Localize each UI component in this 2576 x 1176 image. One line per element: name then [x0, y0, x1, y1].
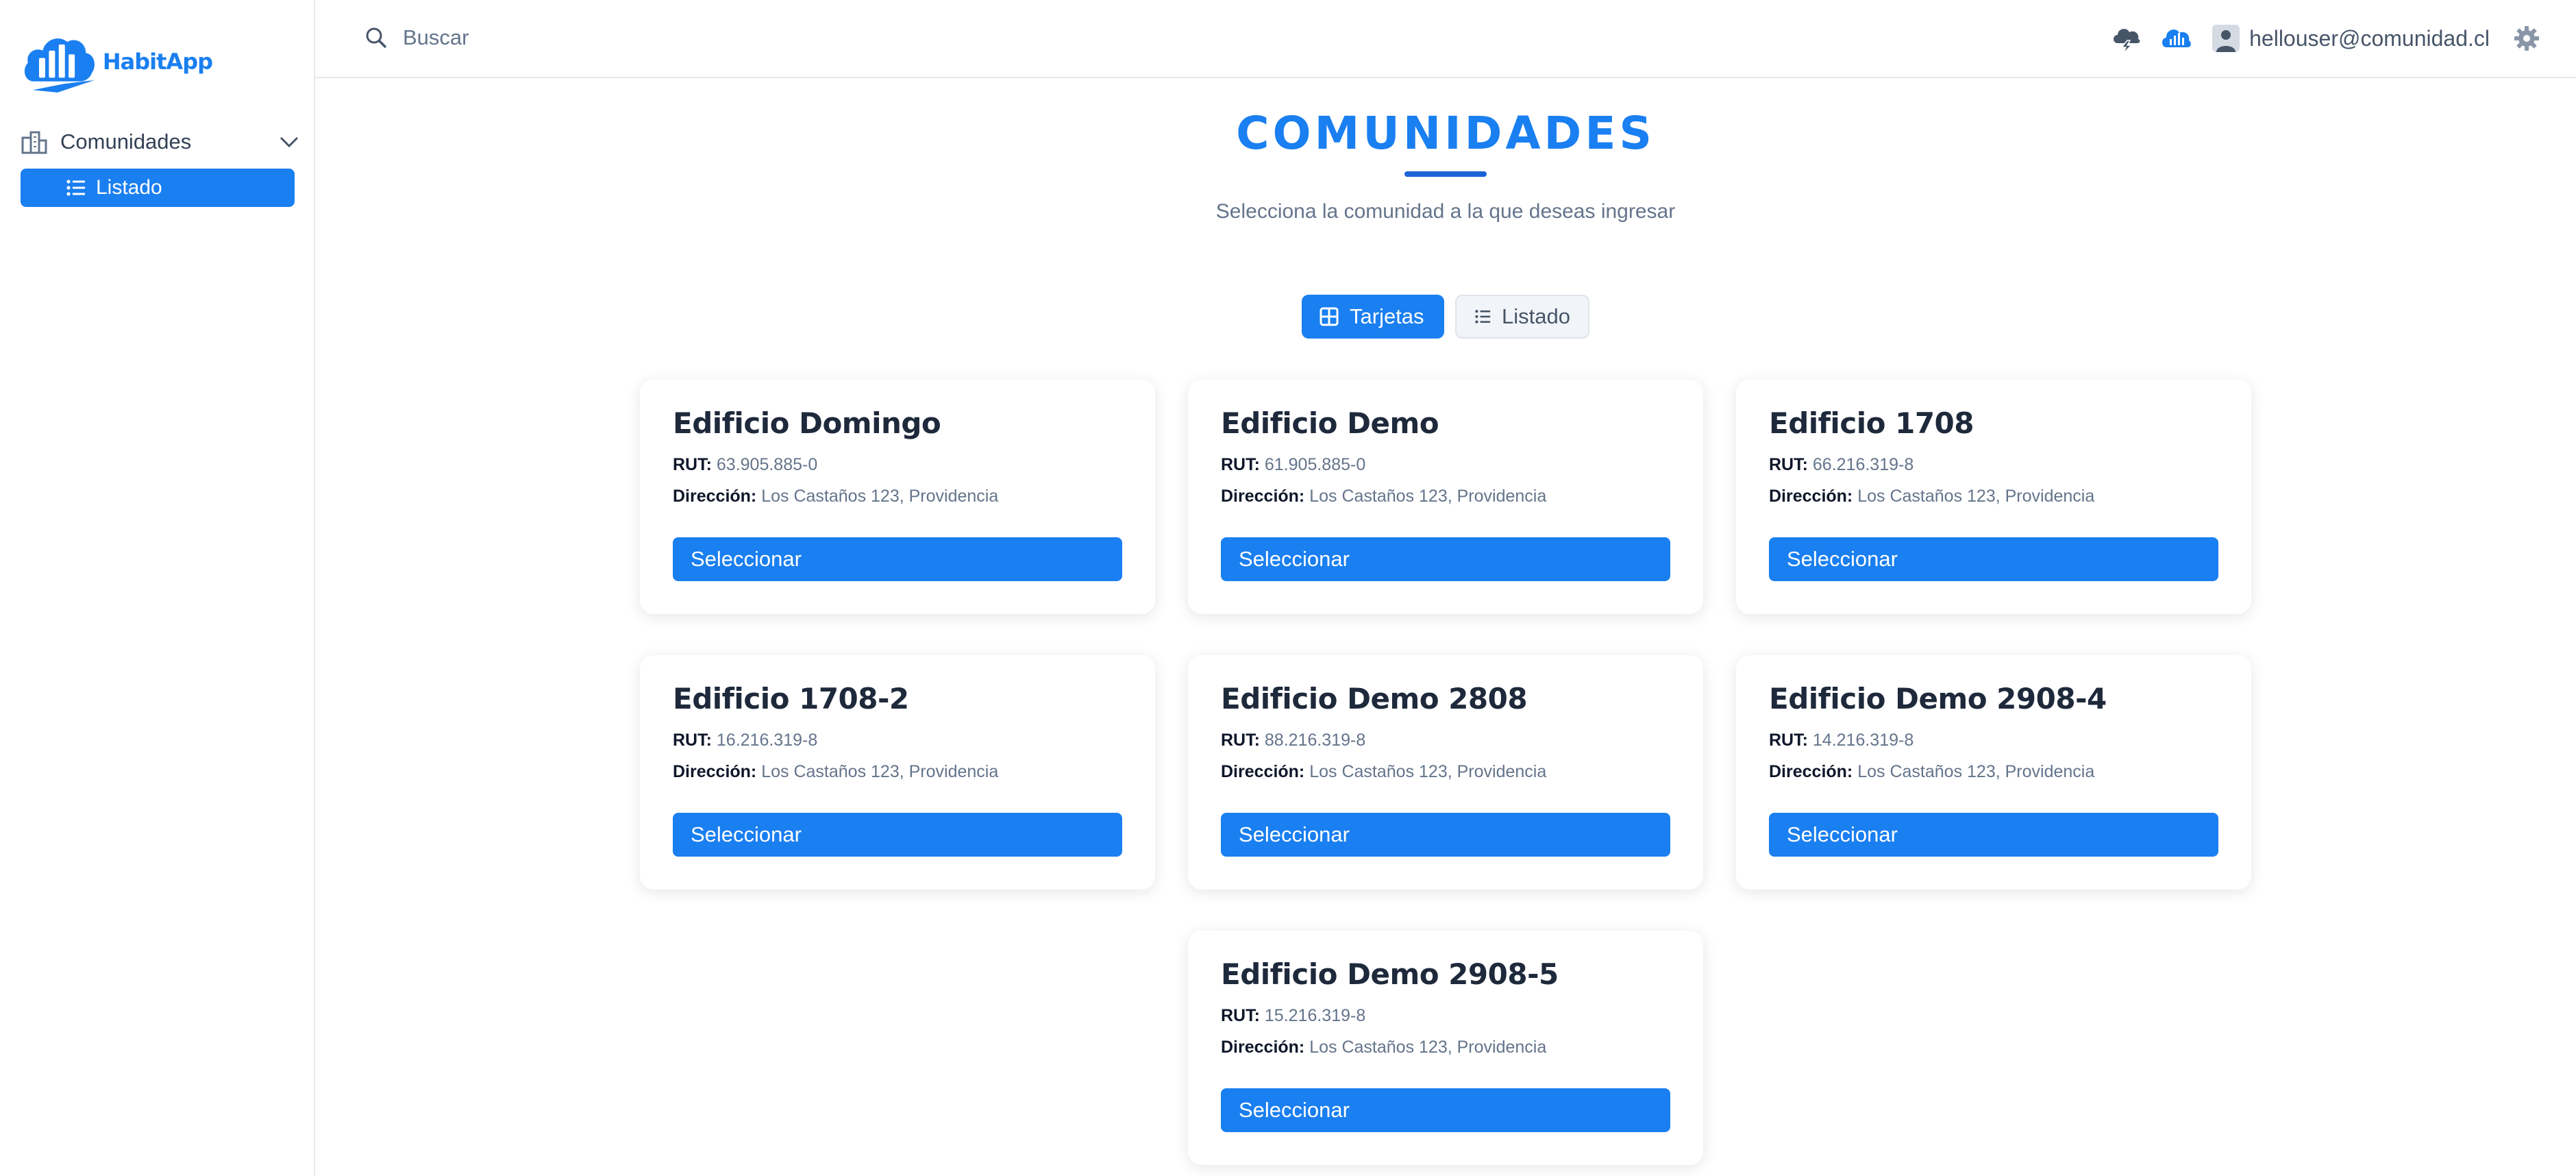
community-address: Dirección: Los Castaños 123, Providencia: [1221, 485, 1670, 507]
rut-value: 16.216.319-8: [716, 731, 818, 750]
community-rut: RUT: 63.905.885-0: [673, 454, 1122, 476]
address-label: Dirección:: [1221, 487, 1305, 506]
rut-value: 61.905.885-0: [1264, 455, 1366, 474]
address-label: Dirección:: [1769, 762, 1853, 781]
tab-listado[interactable]: Listado: [1455, 295, 1589, 339]
community-name: Edificio Demo 2908-4: [1769, 682, 2107, 715]
rut-label: RUT:: [1769, 455, 1808, 474]
select-community-button[interactable]: Seleccionar: [673, 813, 1122, 857]
address-value: Los Castaños 123, Providencia: [761, 487, 999, 506]
community-name: Edificio Domingo: [673, 406, 941, 440]
community-card: Edificio 1708 RUT: 66.216.319-8 Direcció…: [1736, 380, 2251, 614]
app-logo-text: HabitApp: [102, 49, 213, 75]
community-card: Edificio Demo RUT: 61.905.885-0 Direcció…: [1188, 380, 1703, 614]
habitapp-logo-icon: [24, 38, 95, 93]
sidebar-group-comunidades[interactable]: Comunidades: [21, 125, 301, 159]
chevron-down-icon: [280, 136, 299, 148]
topbar: hellouser@comunidad.cl: [315, 0, 2576, 78]
community-address: Dirección: Los Castaños 123, Providencia: [1221, 761, 1670, 783]
user-menu[interactable]: hellouser@comunidad.cl: [2212, 25, 2490, 52]
cloud-lightning-icon[interactable]: [2111, 23, 2142, 54]
grid-icon: [1320, 307, 1339, 326]
select-community-button[interactable]: Seleccionar: [1769, 537, 2218, 581]
rut-value: 66.216.319-8: [1812, 455, 1914, 474]
community-card: Edificio Demo 2808 RUT: 88.216.319-8 Dir…: [1188, 655, 1703, 890]
sidebar-item-listado[interactable]: Listado: [21, 169, 295, 207]
address-value: Los Castaños 123, Providencia: [1309, 1038, 1547, 1057]
sidebar: HabitApp Comunidades Listado: [0, 0, 315, 1176]
select-community-button[interactable]: Seleccionar: [1769, 813, 2218, 857]
community-rut: RUT: 15.216.319-8: [1221, 1005, 1670, 1027]
buildings-icon: [21, 131, 47, 154]
view-toggle: Tarjetas Listado: [1302, 295, 1589, 339]
address-value: Los Castaños 123, Providencia: [761, 762, 999, 781]
title-underline: [1404, 171, 1487, 177]
address-value: Los Castaños 123, Providencia: [1309, 762, 1547, 781]
tab-listado-label: Listado: [1502, 304, 1570, 328]
tab-tarjetas[interactable]: Tarjetas: [1302, 295, 1444, 339]
address-label: Dirección:: [1221, 1038, 1305, 1057]
rut-label: RUT:: [1221, 731, 1260, 750]
community-name: Edificio 1708-2: [673, 682, 909, 715]
rut-label: RUT:: [673, 455, 712, 474]
cloud-chart-icon[interactable]: [2160, 23, 2192, 54]
address-value: Los Castaños 123, Providencia: [1857, 487, 2095, 506]
community-address: Dirección: Los Castaños 123, Providencia: [1221, 1036, 1670, 1058]
community-address: Dirección: Los Castaños 123, Providencia: [1769, 485, 2218, 507]
gear-icon[interactable]: [2513, 25, 2540, 52]
community-card: Edificio Domingo RUT: 63.905.885-0 Direc…: [640, 380, 1155, 614]
rut-label: RUT:: [1221, 455, 1260, 474]
select-community-button[interactable]: Seleccionar: [1221, 1088, 1670, 1132]
community-rut: RUT: 61.905.885-0: [1221, 454, 1670, 476]
community-name: Edificio Demo 2808: [1221, 682, 1528, 715]
rut-value: 63.905.885-0: [716, 455, 818, 474]
search-input[interactable]: [403, 25, 882, 50]
address-label: Dirección:: [673, 487, 757, 506]
address-value: Los Castaños 123, Providencia: [1857, 762, 2095, 781]
select-community-button[interactable]: Seleccionar: [673, 537, 1122, 581]
rut-value: 88.216.319-8: [1264, 731, 1366, 750]
list-icon: [1475, 310, 1491, 323]
community-card: Edificio 1708-2 RUT: 16.216.319-8 Direcc…: [640, 655, 1155, 890]
select-community-button[interactable]: Seleccionar: [1221, 537, 1670, 581]
list-icon: [66, 180, 85, 196]
community-rut: RUT: 16.216.319-8: [673, 729, 1122, 751]
community-card: Edificio Demo 2908-5 RUT: 15.216.319-8 D…: [1188, 931, 1703, 1165]
user-avatar-icon: [2212, 25, 2240, 52]
sidebar-group-label: Comunidades: [60, 130, 192, 154]
community-address: Dirección: Los Castaños 123, Providencia: [673, 485, 1122, 507]
community-name: Edificio Demo: [1221, 406, 1439, 440]
community-rut: RUT: 66.216.319-8: [1769, 454, 2218, 476]
community-address: Dirección: Los Castaños 123, Providencia: [673, 761, 1122, 783]
app-logo[interactable]: HabitApp: [21, 22, 213, 101]
address-label: Dirección:: [1769, 487, 1853, 506]
rut-label: RUT:: [1221, 1006, 1260, 1025]
community-name: Edificio Demo 2908-5: [1221, 957, 1559, 991]
topbar-actions: hellouser@comunidad.cl: [2093, 21, 2540, 56]
address-label: Dirección:: [1221, 762, 1305, 781]
community-name: Edificio 1708: [1769, 406, 1974, 440]
community-card: Edificio Demo 2908-4 RUT: 14.216.319-8 D…: [1736, 655, 2251, 890]
rut-label: RUT:: [673, 731, 712, 750]
community-rut: RUT: 88.216.319-8: [1221, 729, 1670, 751]
select-community-button[interactable]: Seleccionar: [1221, 813, 1670, 857]
address-value: Los Castaños 123, Providencia: [1309, 487, 1547, 506]
address-label: Dirección:: [673, 762, 757, 781]
search-icon: [366, 27, 387, 49]
user-email: hellouser@comunidad.cl: [2249, 25, 2490, 51]
search-bar: [364, 21, 913, 55]
page-subtitle: Selecciona la comunidad a la que deseas …: [1215, 200, 1676, 223]
rut-value: 14.216.319-8: [1812, 731, 1914, 750]
rut-value: 15.216.319-8: [1264, 1006, 1366, 1025]
community-rut: RUT: 14.216.319-8: [1769, 729, 2218, 751]
sidebar-item-label: Listado: [96, 176, 162, 199]
page-title: COMUNIDADES: [1236, 107, 1655, 160]
rut-label: RUT:: [1769, 731, 1808, 750]
tab-tarjetas-label: Tarjetas: [1350, 304, 1424, 328]
community-address: Dirección: Los Castaños 123, Providencia: [1769, 761, 2218, 783]
